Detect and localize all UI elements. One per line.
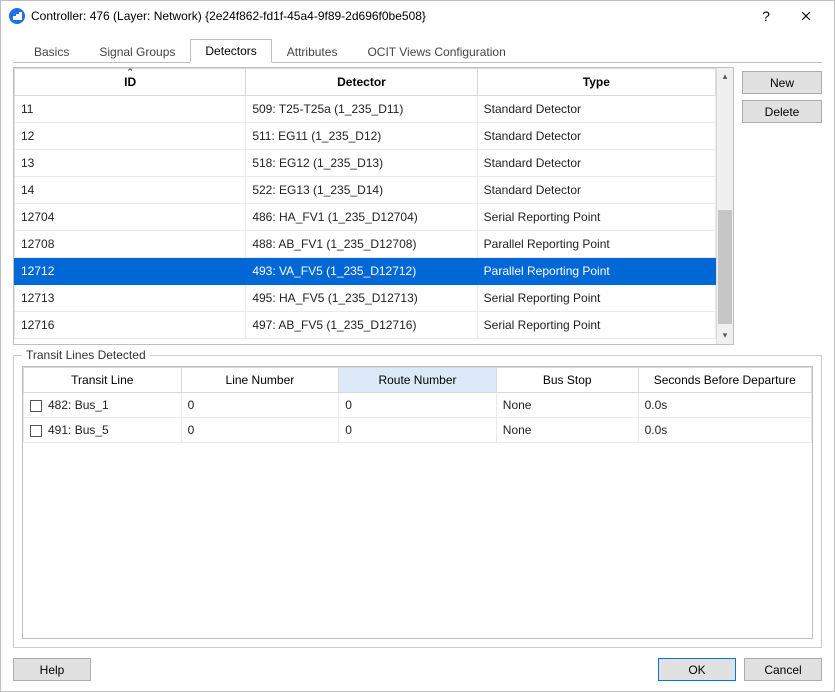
detectors-table[interactable]: ID⌃DetectorType 11509: T25-T25a (1_235_D… xyxy=(14,68,716,339)
app-icon xyxy=(9,8,25,24)
scroll-thumb[interactable] xyxy=(718,210,732,324)
detector-row[interactable]: 13518: EG12 (1_235_D13)Standard Detector xyxy=(15,150,716,177)
window: Controller: 476 (Layer: Network) {2e24f8… xyxy=(0,0,835,692)
transit-row[interactable]: 491: Bus_500None0.0s xyxy=(24,418,812,443)
detectors-col-id[interactable]: ID⌃ xyxy=(15,69,246,96)
transit-row[interactable]: 482: Bus_100None0.0s xyxy=(24,393,812,418)
transit-group-label: Transit Lines Detected xyxy=(22,348,150,362)
window-title: Controller: 476 (Layer: Network) {2e24f8… xyxy=(31,9,746,23)
detector-cell-type: Standard Detector xyxy=(477,150,715,177)
help-button[interactable]: Help xyxy=(13,658,91,681)
detector-row[interactable]: 12511: EG11 (1_235_D12)Standard Detector xyxy=(15,123,716,150)
footer: Help OK Cancel xyxy=(13,648,822,681)
transit-table[interactable]: Transit LineLine NumberRoute NumberBus S… xyxy=(23,367,812,443)
transit-cell-route-number: 0 xyxy=(339,418,497,443)
tab-signal-groups[interactable]: Signal Groups xyxy=(84,40,190,63)
detector-cell-detector: 509: T25-T25a (1_235_D11) xyxy=(246,96,477,123)
transit-cell-seconds: 0.0s xyxy=(638,418,811,443)
detector-row[interactable]: 12708488: AB_FV1 (1_235_D12708)Parallel … xyxy=(15,231,716,258)
detector-cell-id: 12712 xyxy=(15,258,246,285)
detectors-scrollbar[interactable]: ▴ ▾ xyxy=(716,68,733,344)
transit-groupbox: Transit Lines Detected Transit LineLine … xyxy=(13,355,822,648)
side-button-column: New Delete xyxy=(742,67,822,345)
detector-cell-type: Parallel Reporting Point xyxy=(477,258,715,285)
transit-col-bus-stop[interactable]: Bus Stop xyxy=(496,368,638,393)
close-icon[interactable] xyxy=(786,1,826,31)
cancel-button[interactable]: Cancel xyxy=(744,658,822,681)
detectors-col-detector[interactable]: Detector xyxy=(246,69,477,96)
detector-cell-id: 12716 xyxy=(15,312,246,339)
transit-cell-line: 482: Bus_1 xyxy=(24,393,182,418)
transit-table-container: Transit LineLine NumberRoute NumberBus S… xyxy=(22,366,813,639)
transit-cell-line: 491: Bus_5 xyxy=(24,418,182,443)
ok-button[interactable]: OK xyxy=(658,658,736,681)
detector-cell-detector: 493: VA_FV5 (1_235_D12712) xyxy=(246,258,477,285)
transit-col-seconds-before-departure[interactable]: Seconds Before Departure xyxy=(638,368,811,393)
transit-cell-bus-stop: None xyxy=(496,418,638,443)
transit-col-transit-line[interactable]: Transit Line xyxy=(24,368,182,393)
detector-cell-detector: 488: AB_FV1 (1_235_D12708) xyxy=(246,231,477,258)
detector-cell-type: Standard Detector xyxy=(477,177,715,204)
detector-cell-type: Serial Reporting Point xyxy=(477,204,715,231)
detector-cell-detector: 497: AB_FV5 (1_235_D12716) xyxy=(246,312,477,339)
detectors-col-type[interactable]: Type xyxy=(477,69,715,96)
delete-button[interactable]: Delete xyxy=(742,100,822,123)
detector-cell-type: Parallel Reporting Point xyxy=(477,231,715,258)
sort-indicator-icon: ⌃ xyxy=(126,68,134,76)
tab-strip: BasicsSignal GroupsDetectorsAttributesOC… xyxy=(13,39,822,63)
detector-cell-id: 12713 xyxy=(15,285,246,312)
tab-attributes[interactable]: Attributes xyxy=(272,40,353,63)
detector-cell-id: 12704 xyxy=(15,204,246,231)
detector-cell-id: 14 xyxy=(15,177,246,204)
detector-row[interactable]: 12704486: HA_FV1 (1_235_D12704)Serial Re… xyxy=(15,204,716,231)
detectors-panel: ID⌃DetectorType 11509: T25-T25a (1_235_D… xyxy=(13,67,822,345)
transit-cell-bus-stop: None xyxy=(496,393,638,418)
transit-col-route-number[interactable]: Route Number xyxy=(339,368,497,393)
tab-basics[interactable]: Basics xyxy=(19,40,84,63)
scroll-up-icon[interactable]: ▴ xyxy=(717,68,733,85)
transit-cell-line-number: 0 xyxy=(181,418,339,443)
titlebar: Controller: 476 (Layer: Network) {2e24f8… xyxy=(1,1,834,31)
tab-ocit-views-configuration[interactable]: OCIT Views Configuration xyxy=(352,40,520,63)
help-icon[interactable]: ? xyxy=(746,1,786,31)
detector-cell-id: 11 xyxy=(15,96,246,123)
detector-cell-detector: 486: HA_FV1 (1_235_D12704) xyxy=(246,204,477,231)
transit-checkbox[interactable] xyxy=(30,425,42,437)
detector-row[interactable]: 14522: EG13 (1_235_D14)Standard Detector xyxy=(15,177,716,204)
detector-cell-detector: 522: EG13 (1_235_D14) xyxy=(246,177,477,204)
detector-row[interactable]: 11509: T25-T25a (1_235_D11)Standard Dete… xyxy=(15,96,716,123)
detector-cell-detector: 518: EG12 (1_235_D13) xyxy=(246,150,477,177)
detector-row[interactable]: 12712493: VA_FV5 (1_235_D12712)Parallel … xyxy=(15,258,716,285)
new-button[interactable]: New xyxy=(742,71,822,94)
transit-cell-route-number: 0 xyxy=(339,393,497,418)
transit-cell-seconds: 0.0s xyxy=(638,393,811,418)
detector-cell-type: Standard Detector xyxy=(477,123,715,150)
detector-row[interactable]: 12716497: AB_FV5 (1_235_D12716)Serial Re… xyxy=(15,312,716,339)
detector-cell-type: Serial Reporting Point xyxy=(477,312,715,339)
transit-checkbox[interactable] xyxy=(30,400,42,412)
detector-cell-detector: 511: EG11 (1_235_D12) xyxy=(246,123,477,150)
detector-cell-type: Standard Detector xyxy=(477,96,715,123)
detectors-table-container: ID⌃DetectorType 11509: T25-T25a (1_235_D… xyxy=(13,67,734,345)
tab-detectors[interactable]: Detectors xyxy=(190,39,271,63)
detector-cell-type: Serial Reporting Point xyxy=(477,285,715,312)
detector-cell-id: 13 xyxy=(15,150,246,177)
content-area: BasicsSignal GroupsDetectorsAttributesOC… xyxy=(1,31,834,691)
scroll-down-icon[interactable]: ▾ xyxy=(717,327,733,344)
detector-row[interactable]: 12713495: HA_FV5 (1_235_D12713)Serial Re… xyxy=(15,285,716,312)
transit-col-line-number[interactable]: Line Number xyxy=(181,368,339,393)
detector-cell-detector: 495: HA_FV5 (1_235_D12713) xyxy=(246,285,477,312)
detector-cell-id: 12708 xyxy=(15,231,246,258)
transit-cell-line-number: 0 xyxy=(181,393,339,418)
detector-cell-id: 12 xyxy=(15,123,246,150)
